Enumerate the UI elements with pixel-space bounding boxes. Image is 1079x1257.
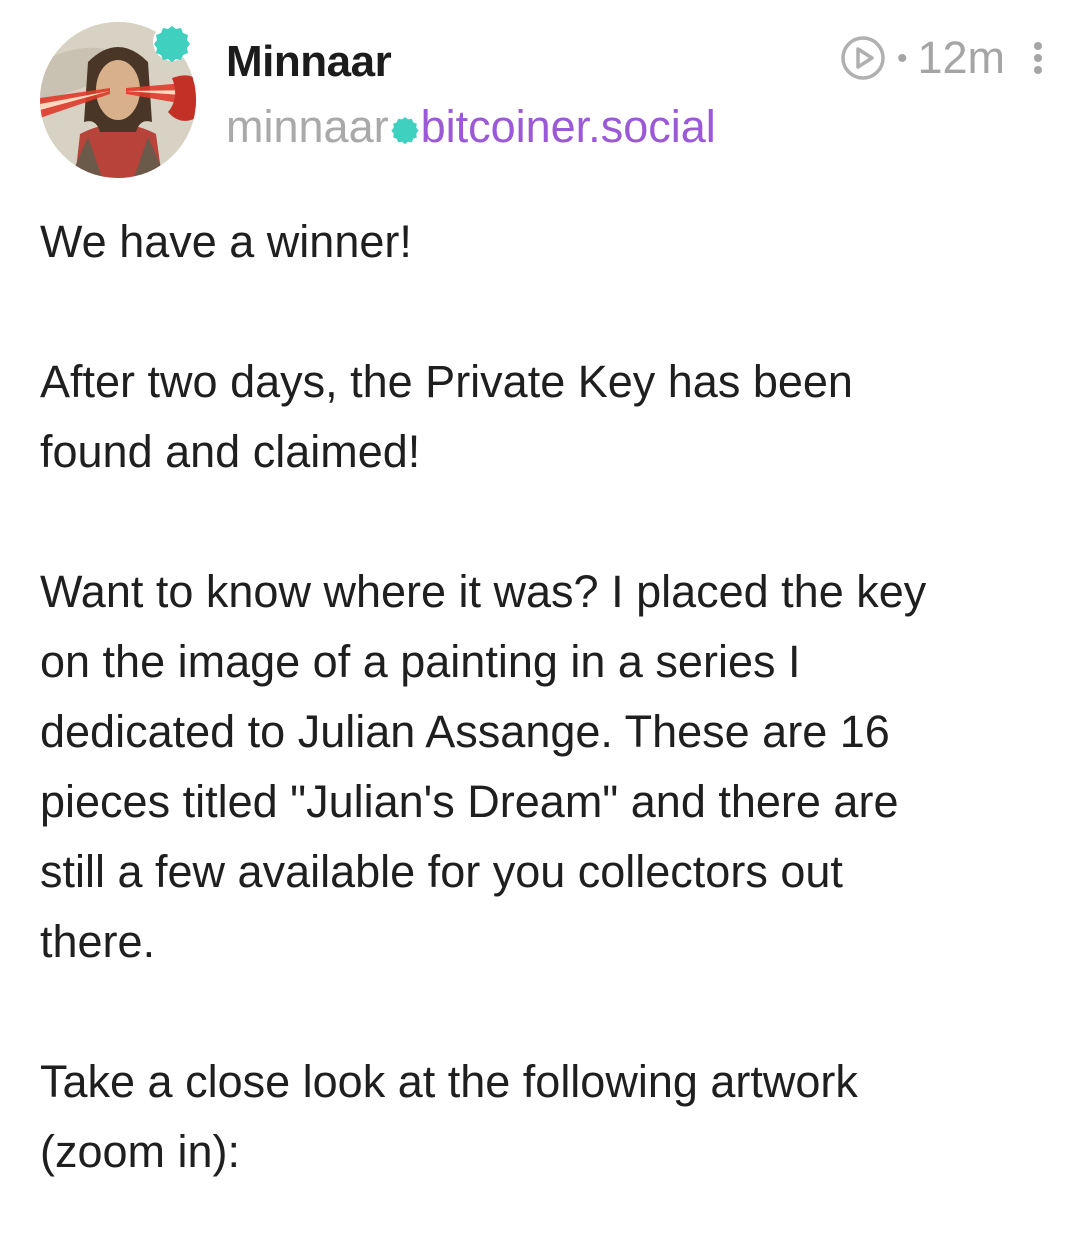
post-paragraph: We have a winner! — [40, 216, 412, 267]
instance-badge-icon — [390, 117, 419, 145]
verified-badge-icon — [153, 23, 191, 62]
post-content: We have a winner! After two days, the Pr… — [40, 207, 1050, 1257]
post-paragraph: Take a close look at the following artwo… — [40, 1056, 858, 1177]
handle-domain: bitcoiner.social — [420, 101, 716, 152]
author-display-name[interactable]: Minnaar — [226, 36, 392, 88]
post-paragraph: After two days, the Private Key has been… — [40, 356, 853, 477]
post-card: Minnaar minnaar bitcoiner.social • 12m W… — [0, 0, 1079, 1182]
post-paragraph: Want to know where it was? I placed the … — [40, 566, 927, 967]
handle-username: minnaar — [226, 101, 389, 152]
play-circle-icon[interactable] — [839, 34, 887, 82]
author-handle[interactable]: minnaar bitcoiner.social — [226, 100, 716, 154]
more-vertical-icon[interactable] — [1031, 38, 1045, 78]
meta-separator-dot: • — [896, 42, 908, 75]
post-meta: • 12m — [839, 30, 1045, 86]
post-time-ago[interactable]: 12m — [917, 32, 1005, 84]
